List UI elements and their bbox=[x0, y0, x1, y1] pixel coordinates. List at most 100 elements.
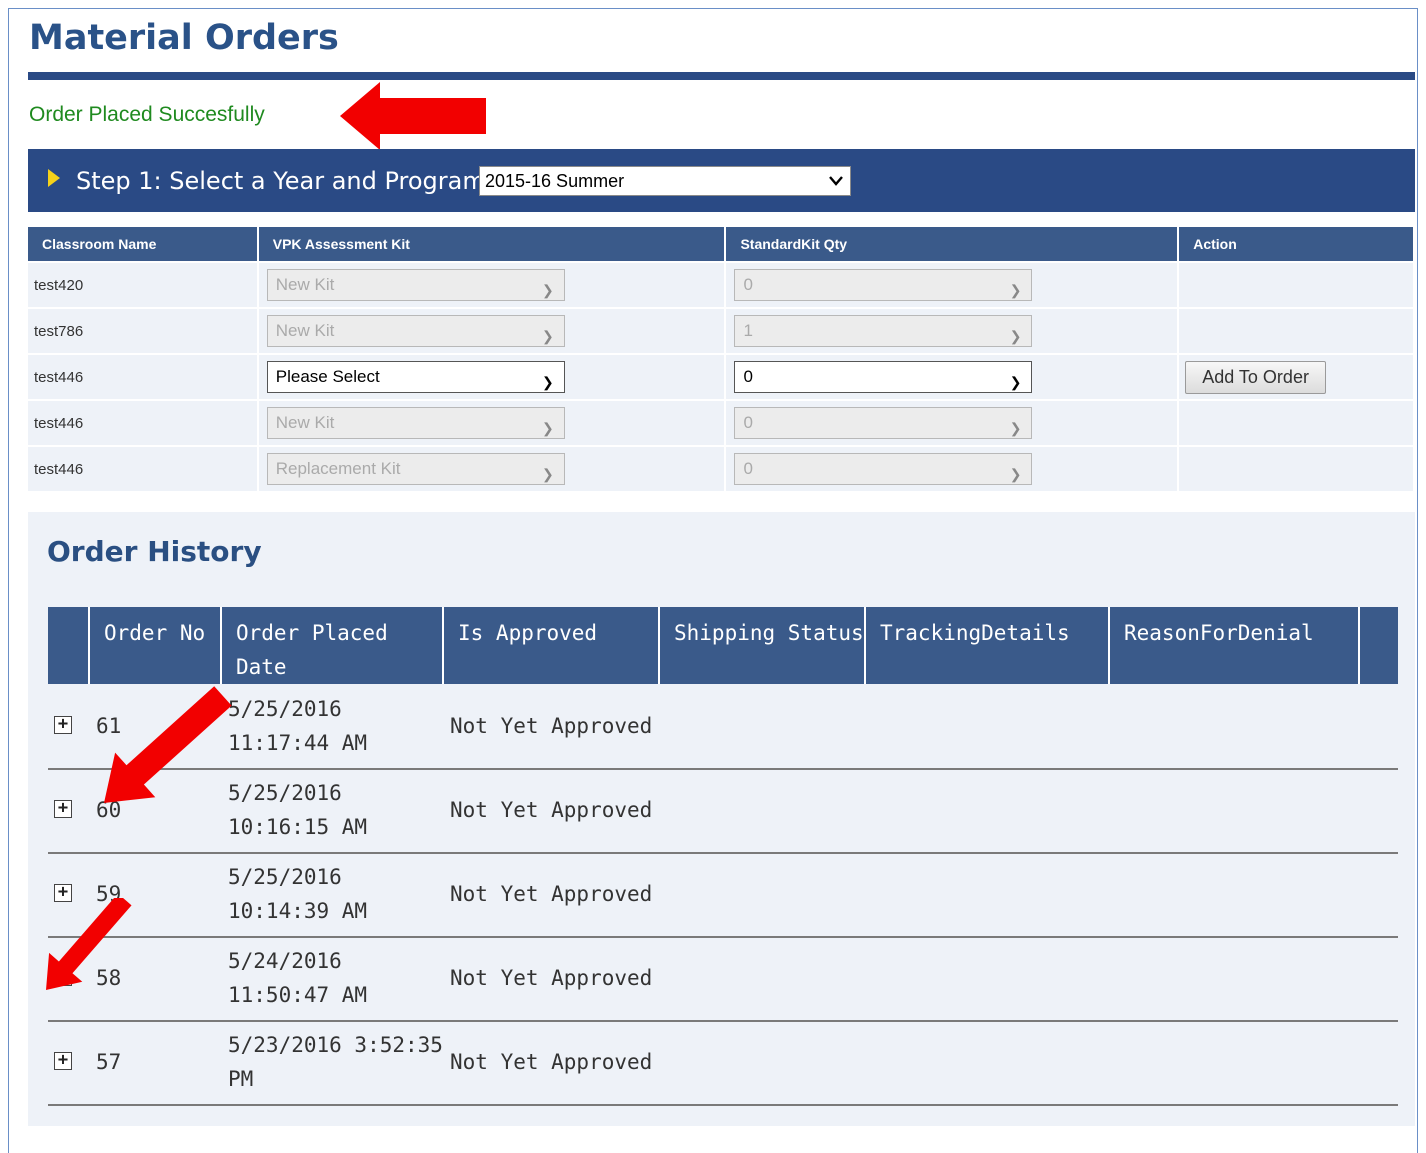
chevron-down-icon: ❯ bbox=[542, 282, 554, 298]
classroom-name: test446 bbox=[28, 353, 259, 400]
kit-select-value: New Kit bbox=[275, 321, 335, 340]
chevron-down-icon: ❯ bbox=[1009, 282, 1022, 298]
step1-label: Step 1: Select a Year and Program bbox=[76, 167, 486, 195]
order-history-header: Order No Order Placed Date Is Approved S… bbox=[48, 607, 1398, 684]
action-cell bbox=[1178, 399, 1415, 446]
table-row: test446 Replacement Kit ❯ 0 ❯ bbox=[28, 445, 1415, 491]
plus-box-icon[interactable]: + bbox=[54, 800, 72, 818]
step1-bar: Step 1: Select a Year and Program 2015-1… bbox=[28, 149, 1415, 212]
kit-select-value: New Kit bbox=[275, 413, 335, 432]
qty-select-value: 0 bbox=[743, 413, 753, 432]
table-row: test446 Please Select ❯ 0 ❯ Add To Order bbox=[28, 353, 1415, 400]
success-message: Order Placed Succesfully bbox=[29, 103, 265, 126]
order-date: 5/23/2016 3:52:35 PM bbox=[228, 1028, 443, 1096]
table-row: test420 New Kit ❯ 0 ❯ bbox=[28, 261, 1415, 308]
classroom-name: test420 bbox=[28, 261, 259, 308]
plus-box-icon[interactable]: + bbox=[54, 716, 72, 734]
qty-select-value: 0 bbox=[743, 459, 753, 478]
action-cell bbox=[1178, 261, 1415, 308]
column-header: TrackingDetails bbox=[866, 607, 1110, 684]
chevron-down-icon: ❯ bbox=[542, 420, 554, 436]
order-history-panel: Order History Order No Order Placed Date… bbox=[28, 512, 1415, 1126]
order-date: 5/25/2016 10:16:15 AM bbox=[228, 776, 367, 844]
column-header: Action bbox=[1178, 227, 1415, 262]
order-history-title: Order History bbox=[47, 535, 262, 568]
order-date-line: 5/23/2016 3:52:35 bbox=[228, 1033, 443, 1057]
order-time-line: PM bbox=[228, 1067, 254, 1091]
table-row: + 60 5/25/2016 10:16:15 AM Not Yet Approv… bbox=[48, 768, 1398, 854]
column-header: Order Placed Date bbox=[222, 607, 444, 684]
order-date: 5/25/2016 10:14:39 AM bbox=[228, 860, 367, 928]
action-cell bbox=[1178, 445, 1415, 491]
qty-select-value: 0 bbox=[743, 367, 753, 386]
approval-status: Not Yet Approved bbox=[450, 882, 653, 906]
approval-status: Not Yet Approved bbox=[450, 714, 653, 738]
table-row: + 57 5/23/2016 3:52:35 PM Not Yet Approve… bbox=[48, 1020, 1398, 1106]
chevron-down-icon bbox=[829, 176, 843, 186]
qty-select[interactable]: 0 ❯ bbox=[734, 361, 1033, 393]
kit-select-value: Please Select bbox=[275, 367, 380, 386]
qty-select: 0 ❯ bbox=[734, 453, 1033, 485]
table-row: + 58 5/24/201611:50:47 AM Not Yet Approv… bbox=[48, 936, 1398, 1022]
table-row: test786 New Kit ❯ 1 ❯ bbox=[28, 307, 1415, 354]
chevron-down-icon: ❯ bbox=[542, 328, 554, 344]
kit-order-table: Classroom Name VPK Assessment Kit Standa… bbox=[28, 227, 1415, 491]
kit-select[interactable]: Please Select ❯ bbox=[266, 361, 565, 393]
annotation-arrow-icon bbox=[104, 686, 232, 803]
classroom-name: test446 bbox=[28, 399, 259, 446]
action-cell bbox=[1178, 307, 1415, 354]
column-header: ReasonForDenial bbox=[1110, 607, 1360, 684]
program-select[interactable]: 2015-16 Summer bbox=[479, 166, 851, 196]
order-time-line: 11:50:47 AM bbox=[228, 983, 368, 1007]
expand-column-header bbox=[48, 607, 90, 684]
classroom-name: test446 bbox=[28, 445, 259, 491]
order-time-line: 10:14:39 AM bbox=[228, 899, 368, 923]
approval-status: Not Yet Approved bbox=[450, 966, 653, 990]
qty-select-value: 0 bbox=[743, 275, 753, 294]
chevron-down-icon: ❯ bbox=[1009, 328, 1022, 344]
kit-select: New Kit ❯ bbox=[266, 407, 565, 439]
order-date-line: 5/25/2016 bbox=[228, 865, 342, 889]
kit-select-value: New Kit bbox=[275, 275, 335, 294]
chevron-down-icon: ❯ bbox=[542, 374, 554, 390]
order-number: 57 bbox=[96, 1050, 122, 1074]
table-row: test446 New Kit ❯ 0 ❯ bbox=[28, 399, 1415, 446]
page-title: Material Orders bbox=[29, 18, 339, 58]
qty-select: 0 ❯ bbox=[734, 407, 1033, 439]
qty-select-value: 1 bbox=[743, 321, 753, 340]
kit-select-value: Replacement Kit bbox=[275, 459, 401, 478]
classroom-name: test786 bbox=[28, 307, 259, 354]
chevron-down-icon: ❯ bbox=[542, 466, 554, 482]
column-header: Is Approved bbox=[444, 607, 660, 684]
column-header: StandardKit Qty bbox=[725, 227, 1180, 262]
kit-select: New Kit ❯ bbox=[266, 269, 565, 301]
approval-status: Not Yet Approved bbox=[450, 1050, 653, 1074]
chevron-down-icon: ❯ bbox=[1009, 466, 1022, 482]
title-divider bbox=[28, 72, 1415, 80]
plus-box-icon[interactable]: + bbox=[54, 1052, 72, 1070]
qty-select: 0 ❯ bbox=[734, 269, 1033, 301]
order-date: 5/25/2016 11:17:44 AM bbox=[228, 692, 367, 760]
annotation-arrow-icon bbox=[340, 82, 486, 150]
column-header: Order No bbox=[90, 607, 222, 684]
table-row: + 59 5/25/2016 10:14:39 AM Not Yet Approv… bbox=[48, 852, 1398, 938]
annotation-arrow-icon bbox=[46, 898, 132, 990]
column-header: VPK Assessment Kit bbox=[257, 227, 727, 262]
order-date-line: 5/24/2016 bbox=[228, 949, 342, 973]
order-date: 5/24/2016 11:50:47 AM bbox=[228, 944, 367, 1012]
program-select-value: 2015-16 Summer bbox=[485, 171, 625, 191]
order-time-line: 11:17:44 AM bbox=[228, 731, 368, 755]
chevron-right-icon bbox=[48, 169, 60, 187]
approval-status: Not Yet Approved bbox=[450, 798, 653, 822]
kit-select: New Kit ❯ bbox=[266, 315, 565, 347]
add-to-order-button[interactable]: Add To Order bbox=[1185, 360, 1326, 394]
chevron-down-icon: ❯ bbox=[1009, 420, 1022, 436]
column-header: Shipping Status bbox=[660, 607, 866, 684]
order-date-line: 5/25/2016 bbox=[228, 781, 342, 805]
qty-select: 1 ❯ bbox=[734, 315, 1033, 347]
chevron-down-icon: ❯ bbox=[1009, 374, 1022, 390]
column-header: Classroom Name bbox=[28, 227, 259, 262]
kit-select: Replacement Kit ❯ bbox=[266, 453, 565, 485]
order-time-line: 10:16:15 AM bbox=[228, 815, 368, 839]
table-row: + 61 5/25/2016 11:17:44 AM Not Yet Approv… bbox=[48, 684, 1398, 770]
